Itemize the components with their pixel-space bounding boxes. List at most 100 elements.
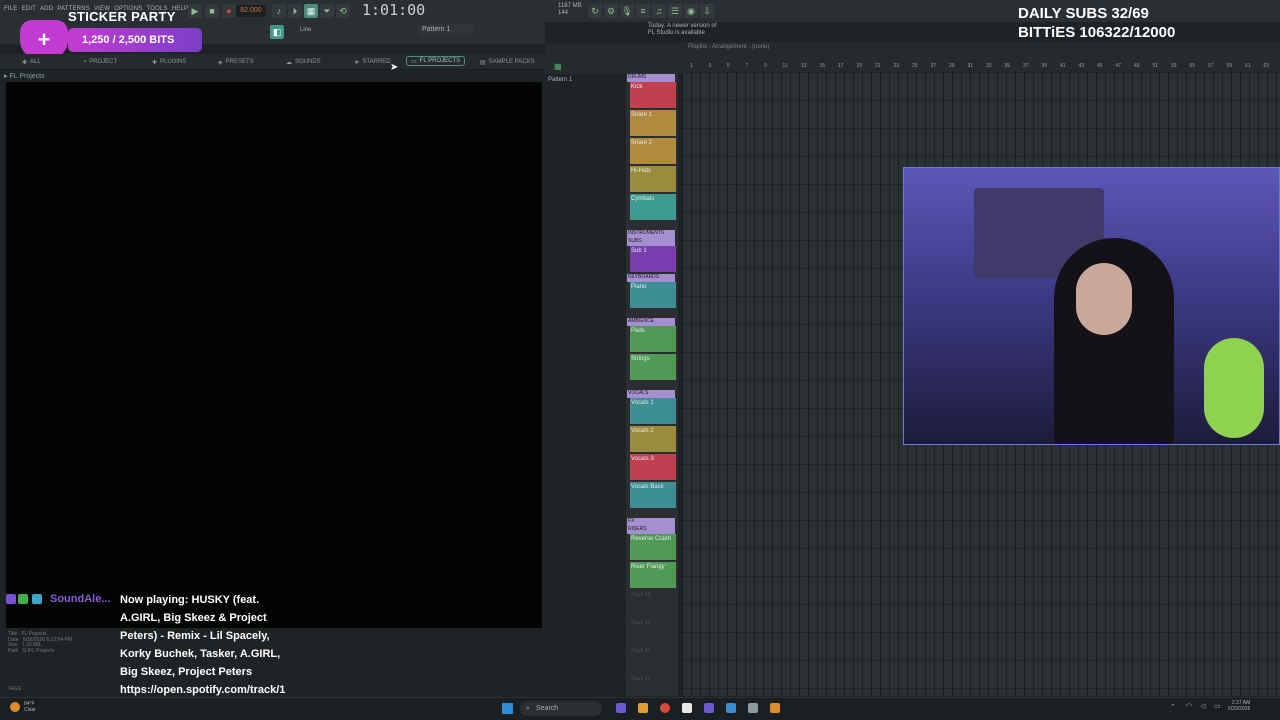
plugin-icon[interactable]: ◉ — [684, 4, 698, 18]
browser-folder[interactable]: ▸ FL Projects — [4, 72, 45, 80]
file-info: Title FL Projects Date 6/16/2026 6:12:54… — [8, 631, 72, 654]
timeline-ruler[interactable]: 1 3 5 7 9 11 13 15 17 19 21 23 25 27 29 31 33 35 37 39 41 43 4… — [690, 63, 1280, 71]
menu-item-add[interactable]: ADD — [40, 6, 53, 12]
pattern-selector[interactable]: Pattern 1 — [418, 24, 474, 36]
ruler-tick: 15 — [819, 63, 826, 69]
clock[interactable]: 2:37 AM 6/29/2026 — [1228, 700, 1250, 712]
teams-icon[interactable] — [704, 703, 714, 713]
vip-badge-icon — [32, 594, 42, 604]
tab-all[interactable]: ✱ ALL — [18, 57, 45, 67]
pattern-list-item[interactable]: Pattern 1 — [548, 77, 572, 83]
tab-plugins[interactable]: ✚ PLUGINS — [148, 57, 190, 67]
track-vocals-3[interactable]: Vocals 3 — [630, 454, 676, 480]
empty-track[interactable]: Track 20 — [630, 646, 676, 672]
track-kick[interactable]: Kick — [630, 82, 676, 108]
search-box[interactable]: ⌕ Search — [520, 701, 602, 716]
play-button[interactable]: ▶ — [188, 4, 202, 18]
countdown-icon[interactable]: ⏷ — [320, 4, 334, 18]
menu-item-edit[interactable]: EDIT — [21, 6, 35, 12]
news-line-1: Today: A newer version of — [648, 23, 717, 29]
track-pads[interactable]: Pads — [630, 326, 676, 352]
track-riser-flangy[interactable]: Riser Flangy — [630, 562, 676, 588]
tab-sample-packs[interactable]: ▤ SAMPLE PACKS — [476, 57, 539, 67]
refresh-icon[interactable]: ↻ — [588, 4, 602, 18]
notepad-icon[interactable] — [682, 703, 692, 713]
track-vocals-1[interactable]: Vocals 1 — [630, 398, 676, 424]
track-snare-1[interactable]: Snare 1 — [630, 110, 676, 136]
ruler-tick: 21 — [875, 63, 881, 69]
group-header[interactable]: VOCALS — [627, 390, 675, 398]
ruler-tick: 43 — [1078, 63, 1085, 69]
group-header[interactable]: KEYBOARDS — [627, 274, 675, 282]
snap-icon[interactable]: ◧ — [270, 25, 284, 39]
ruler-tick: 59 — [1226, 63, 1233, 69]
start-icon[interactable] — [502, 703, 513, 714]
menu-item-file[interactable]: FILE — [4, 6, 17, 12]
tab-label: PLUGINS — [160, 59, 187, 65]
record-button[interactable]: ● — [222, 4, 236, 18]
group-header[interactable]: SUBS — [627, 238, 675, 246]
tab-label: PROJECT — [89, 59, 118, 65]
metronome-icon[interactable]: ♪ — [272, 4, 286, 18]
group-header[interactable]: DRUMS — [627, 74, 675, 82]
rack-icon[interactable]: ▦ — [554, 62, 562, 71]
all-icon: ✱ — [22, 59, 28, 66]
star-icon: ★ — [354, 59, 360, 66]
group-header[interactable]: RISERS — [627, 526, 675, 534]
chrome-icon[interactable] — [660, 703, 670, 713]
wait-icon[interactable]: ⏵ — [288, 4, 302, 18]
folder-label: FL Projects — [9, 73, 45, 80]
volume-icon[interactable]: ◁ — [1200, 702, 1205, 710]
stop-button[interactable]: ■ — [205, 4, 219, 18]
tab-fl-projects[interactable]: ▭ FL PROJECTS — [406, 56, 466, 66]
microphone-icon[interactable]: 🎙 — [620, 4, 634, 18]
ruler-tick: 25 — [912, 63, 918, 69]
ruler-tick: 35 — [1004, 63, 1011, 69]
empty-track[interactable]: Track 19 — [630, 618, 676, 644]
track-vocals-2[interactable]: Vocals 2 — [630, 426, 676, 452]
weather-text: Clear — [24, 707, 36, 713]
ruler-tick: 9 — [764, 63, 767, 69]
empty-track[interactable]: Track 18 — [630, 590, 676, 616]
group-header[interactable]: INSTRUMENTS — [627, 230, 675, 238]
track-snare-2[interactable]: Snare 2 — [630, 138, 676, 164]
track-cymbals[interactable]: Cymbals — [630, 194, 676, 220]
ruler-tick: 61 — [1245, 63, 1251, 69]
tempo-display[interactable]: 82.000 — [236, 5, 266, 17]
fl-studio-icon[interactable] — [770, 703, 780, 713]
track-sub-1[interactable]: Sub 1 — [630, 246, 676, 272]
taskview-icon[interactable] — [616, 703, 626, 713]
song-position-display: 1:01:00 — [362, 1, 426, 19]
track-vocals-back[interactable]: Vocals Back — [630, 482, 676, 508]
loop-record-icon[interactable]: ⟲ — [336, 4, 350, 18]
piano-roll-icon[interactable]: ♫ — [652, 4, 666, 18]
track-hi-hats[interactable]: Hi-Hats — [630, 166, 676, 192]
browser-icon[interactable]: ☰ — [668, 4, 682, 18]
tray-chevron-icon[interactable]: ⌃ — [1170, 703, 1176, 711]
tab-label: SOUNDS — [295, 59, 321, 65]
track-piano[interactable]: Piano — [630, 282, 676, 308]
mixer-icon[interactable]: ⚙ — [604, 4, 618, 18]
channel-rack-icon[interactable]: ≡ — [636, 4, 650, 18]
group-header[interactable]: FX — [627, 518, 675, 526]
clock-date: 6/29/2026 — [1228, 706, 1251, 712]
battery-icon[interactable]: ▭ — [1214, 702, 1221, 710]
tab-project[interactable]: ▪ PROJECT — [80, 57, 121, 67]
settings-icon[interactable] — [748, 703, 758, 713]
weather-widget[interactable]: 64°F Clear — [10, 701, 36, 713]
ruler-tick: 17 — [838, 63, 844, 69]
pattern-song-toggle[interactable]: ▦ — [304, 4, 318, 18]
tab-presets[interactable]: ◈ PRESETS — [214, 57, 258, 67]
tab-starred[interactable]: ★ STARRED — [350, 57, 395, 67]
line-mode-label[interactable]: Line — [300, 27, 311, 33]
group-header[interactable]: AMBIENCE — [627, 318, 675, 326]
tab-sounds[interactable]: ☁ SOUNDS — [282, 57, 325, 67]
mail-icon[interactable] — [726, 703, 736, 713]
track-reverse-crash[interactable]: Reverse Crash — [630, 534, 676, 560]
preset-icon: ◈ — [218, 59, 223, 66]
explorer-icon[interactable] — [638, 703, 648, 713]
download-icon[interactable]: ⇩ — [700, 4, 714, 18]
browser-file-list[interactable] — [6, 82, 542, 628]
wifi-icon[interactable]: ◠ — [1186, 702, 1192, 710]
track-strings[interactable]: Strings — [630, 354, 676, 380]
